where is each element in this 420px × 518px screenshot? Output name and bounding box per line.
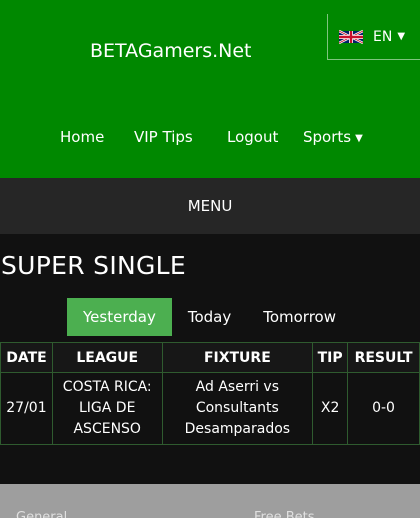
header-tip: TIP xyxy=(312,342,349,373)
cell-tip: X2 xyxy=(312,372,349,445)
nav-vip-tips[interactable]: VIP Tips xyxy=(134,128,193,146)
footer-link-general[interactable]: General xyxy=(16,510,67,518)
tab-today[interactable]: Today xyxy=(172,298,247,336)
footer-link-free-bets[interactable]: Free Bets xyxy=(254,510,315,518)
header-league: LEAGUE xyxy=(51,342,163,373)
main-nav: Home VIP Tips Logout Sports ▼ xyxy=(0,128,420,150)
tips-table: DATE LEAGUE FIXTURE TIP RESULT 27/01 COS… xyxy=(0,342,420,445)
header-date: DATE xyxy=(0,342,53,373)
caret-down-icon: ▼ xyxy=(397,31,406,42)
nav-sports[interactable]: Sports ▼ xyxy=(303,128,363,146)
day-tabs: Yesterday Today Tomorrow xyxy=(67,298,352,336)
nav-sports-label: Sports xyxy=(303,128,352,146)
cell-date: 27/01 xyxy=(0,372,53,445)
table-row: 27/01 COSTA RICA: LIGA DE ASCENSO Ad Ase… xyxy=(0,372,420,445)
language-code: EN xyxy=(373,28,393,45)
menu-label: MENU xyxy=(187,197,233,215)
table-header-row: DATE LEAGUE FIXTURE TIP RESULT xyxy=(0,342,420,373)
header-result: RESULT xyxy=(347,342,420,373)
tab-tomorrow[interactable]: Tomorrow xyxy=(247,298,352,336)
nav-logout[interactable]: Logout xyxy=(227,128,278,146)
cell-league: COSTA RICA: LIGA DE ASCENSO xyxy=(51,372,163,445)
page-title: SUPER SINGLE xyxy=(1,251,186,280)
caret-down-icon: ▼ xyxy=(355,133,363,144)
footer: General Free Bets xyxy=(0,484,420,518)
header-fixture: FIXTURE xyxy=(161,342,314,373)
main-content: SUPER SINGLE Yesterday Today Tomorrow DA… xyxy=(0,234,420,484)
language-selector[interactable]: EN ▼ xyxy=(327,14,420,60)
site-header: BETAGamers.Net EN ▼ Home VIP Tips Logout… xyxy=(0,0,420,178)
menu-toggle[interactable]: MENU xyxy=(0,178,420,234)
uk-flag-icon xyxy=(339,29,363,44)
cell-result: 0-0 xyxy=(347,372,420,445)
site-title[interactable]: BETAGamers.Net xyxy=(90,40,252,62)
tab-yesterday[interactable]: Yesterday xyxy=(67,298,172,336)
nav-home[interactable]: Home xyxy=(60,128,104,146)
cell-fixture: Ad Aserri vs Consultants Desamparados xyxy=(161,372,314,445)
